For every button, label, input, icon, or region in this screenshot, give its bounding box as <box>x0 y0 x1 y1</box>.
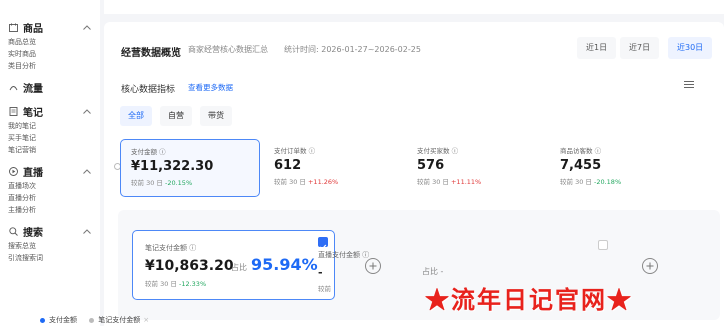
note-payment-comparison: 较前 30 日 -12.33% <box>145 278 334 288</box>
chevron-up-icon[interactable] <box>80 20 94 34</box>
ratio-value: 95.94% <box>251 255 318 274</box>
live-payment-comparison: 较前 <box>318 285 331 293</box>
range-30d-button[interactable]: 近30日 <box>668 37 713 59</box>
note-payment-ratio: 占比 95.94% <box>231 255 318 274</box>
sidebar-item-search-overview[interactable]: 搜索总览 <box>0 240 100 252</box>
search-icon <box>8 226 18 236</box>
sidebar-section-note[interactable]: 笔记 <box>0 102 100 120</box>
comparison-label: 较前 30 日 <box>274 178 306 186</box>
settings-icon[interactable] <box>684 80 694 92</box>
sidebar-section-live[interactable]: 直播 <box>0 162 100 180</box>
legend-dot-icon <box>89 317 95 323</box>
filter-all-button[interactable]: 全部 <box>120 106 152 126</box>
live-payment-label: 直播支付金额 ⓘ <box>318 251 370 259</box>
note-icon <box>8 106 18 116</box>
metric-label: 支付金额 ⓘ <box>131 148 166 156</box>
checkbox-unchecked-icon[interactable] <box>598 240 608 250</box>
note-payment-card[interactable]: 笔记支付金额 ⓘ ¥10,863.20 较前 30 日 -12.33% 占比 95… <box>132 230 335 300</box>
close-icon[interactable]: × <box>143 316 149 324</box>
overview-title: 经营数据概览 <box>121 48 181 59</box>
sidebar-section-search[interactable]: 搜索 <box>0 222 100 240</box>
live-icon <box>8 166 18 176</box>
sidebar-item-live-analysis[interactable]: 直播分析 <box>0 192 100 204</box>
sidebar-item-realtime-product[interactable]: 实时商品 <box>0 48 100 60</box>
metric-value: 7,455 <box>560 158 602 173</box>
comparison-label: 较前 30 日 <box>560 178 592 186</box>
sidebar-item-category-analysis[interactable]: 类目分析 <box>0 60 100 72</box>
sidebar-section-label: 笔记 <box>23 107 43 119</box>
top-header-strip <box>104 0 724 14</box>
sidebar-item-product-overview[interactable]: 商品总览 <box>0 36 100 48</box>
sidebar-item-search-terms[interactable]: 引流搜索词 <box>0 252 100 264</box>
metric-comparison: 较前 30 日 -20.15% <box>131 177 259 187</box>
comparison-value: +11.11% <box>450 178 482 186</box>
metric-value: 612 <box>274 158 302 173</box>
comparison-label: 较前 30 日 <box>131 179 163 187</box>
checkbox-checked-icon[interactable] <box>318 237 328 250</box>
sidebar-item-my-notes[interactable]: 我的笔记 <box>0 120 100 132</box>
comparison-label: 较前 30 日 <box>417 178 449 186</box>
sidebar-section-label: 搜索 <box>23 227 43 239</box>
metric-value: 576 <box>417 158 445 173</box>
add-metric-plus-icon[interactable] <box>365 258 381 274</box>
metric-label: 支付订单数 ⓘ <box>274 147 316 155</box>
filter-self-button[interactable]: 自营 <box>160 106 192 126</box>
metric-label: 商品访客数 ⓘ <box>560 147 602 155</box>
main-content: 经营数据概览 商家经营核心数据汇总 统计时间: 2026-01-27~2026-… <box>100 0 724 326</box>
overview-time-range: 统计时间: 2026-01-27~2026-02-25 <box>284 45 421 54</box>
comparison-value: +11.26% <box>307 178 339 186</box>
sidebar-section-product[interactable]: 商品 <box>0 18 100 36</box>
comparison-value: -20.15% <box>164 179 193 187</box>
chart-legend: 支付金额 笔记支付金额 × <box>40 315 149 325</box>
metric-label: 支付买家数 ⓘ <box>417 147 459 155</box>
metric-card-buyer-count[interactable]: 支付买家数 ⓘ 576 较前 30 日 +11.11% <box>407 139 547 197</box>
legend-item-payment[interactable]: 支付金额 <box>49 316 77 324</box>
ratio-label: 占比 <box>231 263 247 272</box>
legend-item-note-payment[interactable]: 笔记支付金额 <box>98 316 140 324</box>
metric-card-order-count[interactable]: 支付订单数 ⓘ 612 较前 30 日 +11.26% <box>264 139 404 197</box>
product-icon <box>8 22 18 32</box>
chevron-up-icon[interactable] <box>80 164 94 178</box>
sidebar: 商品 商品总览 实时商品 类目分析 流量 笔记 我的笔记 买手笔记 笔记营销 直… <box>0 0 100 326</box>
core-metrics-title: 核心数据指标 <box>121 85 176 95</box>
sidebar-section-traffic[interactable]: 流量 <box>0 78 100 96</box>
comparison-value: -20.18% <box>593 178 622 186</box>
metric-card-payment-amount[interactable]: 支付金额 ⓘ ¥11,322.30 较前 30 日 -20.15% <box>120 139 260 197</box>
sidebar-item-buyer-notes[interactable]: 买手笔记 <box>0 132 100 144</box>
note-payment-label: 笔记支付金额 ⓘ <box>145 244 197 252</box>
more-data-link[interactable]: 查看更多数据 <box>188 82 233 93</box>
live-payment-value: - <box>318 266 323 279</box>
range-1d-button[interactable]: 近1日 <box>577 37 617 59</box>
sidebar-item-live-sessions[interactable]: 直播场次 <box>0 180 100 192</box>
sidebar-section-label: 流量 <box>23 83 43 95</box>
sidebar-section-label: 直播 <box>23 167 43 179</box>
metric-comparison: 较前 30 日 -20.18% <box>560 176 690 186</box>
comparison-value: -12.33% <box>178 280 207 288</box>
comparison-label: 较前 30 日 <box>145 280 177 288</box>
metric-value: ¥11,322.30 <box>131 159 214 174</box>
metric-card-visitor-count[interactable]: 商品访客数 ⓘ 7,455 较前 30 日 -20.18% <box>550 139 690 197</box>
chevron-up-icon[interactable] <box>80 104 94 118</box>
filter-promo-button[interactable]: 带货 <box>200 106 232 126</box>
overview-subtitle: 商家经营核心数据汇总 <box>188 45 268 54</box>
sidebar-section-label: 商品 <box>23 23 43 35</box>
watermark-text: ★流年日记官网★ <box>425 285 633 314</box>
add-metric-plus-icon[interactable] <box>642 258 658 274</box>
sidebar-item-note-marketing[interactable]: 笔记营销 <box>0 144 100 156</box>
live-payment-ratio: 占比 - <box>422 267 444 276</box>
legend-dot-icon <box>40 317 45 323</box>
metric-comparison: 较前 30 日 +11.11% <box>417 176 547 186</box>
metric-comparison: 较前 30 日 +11.26% <box>274 176 404 186</box>
traffic-icon <box>8 82 18 92</box>
range-7d-button[interactable]: 近7日 <box>620 37 660 59</box>
sidebar-item-host-analysis[interactable]: 主播分析 <box>0 204 100 216</box>
chevron-up-icon[interactable] <box>80 224 94 238</box>
